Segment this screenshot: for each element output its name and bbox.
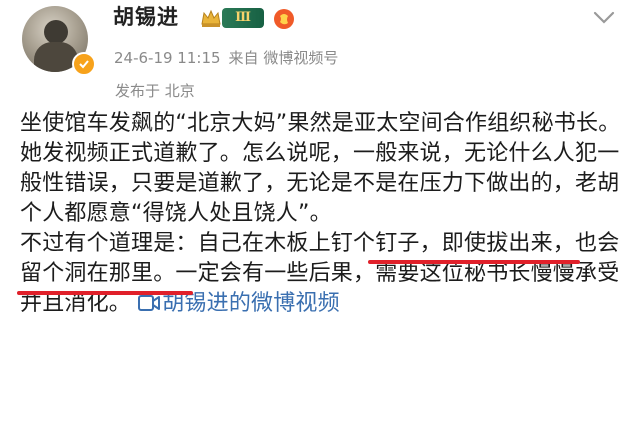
chevron-down-icon[interactable] <box>592 10 616 26</box>
post-body: 坐使馆车发飙的“北京大妈”果然是亚太空间合作组织秘书长。她发视频正式道歉了。怎么… <box>20 109 626 319</box>
post-timestamp: 24-6-19 11:15 <box>114 49 221 67</box>
post-paragraph-2: 不过有个道理是：自己在木板上钉个钉子，即使拔出来，也会留个洞在那里。一定会有一些… <box>20 229 626 319</box>
author-name[interactable]: 胡锡进 <box>113 2 179 32</box>
crown-icon <box>201 9 221 27</box>
highlight-underline <box>368 260 580 264</box>
post-location: 发布于 北京 <box>115 82 195 100</box>
post-meta: 24-6-19 11:15 来自 微博视频号 <box>114 47 338 69</box>
highlight-underline <box>17 291 193 295</box>
verified-badge-icon <box>72 52 96 76</box>
level-badge[interactable]: Ⅲ <box>222 8 264 28</box>
video-icon <box>138 295 161 311</box>
post-paragraph-1: 坐使馆车发飙的“北京大妈”果然是亚太空间合作组织秘书长。她发视频正式道歉了。怎么… <box>20 111 621 226</box>
post-source[interactable]: 来自 微博视频号 <box>229 49 339 67</box>
fan-badge-icon[interactable] <box>273 8 295 30</box>
post-header: 胡锡进 Ⅲ 24-6-19 11:15 来自 微博视频号 发布于 北京 <box>0 0 640 110</box>
